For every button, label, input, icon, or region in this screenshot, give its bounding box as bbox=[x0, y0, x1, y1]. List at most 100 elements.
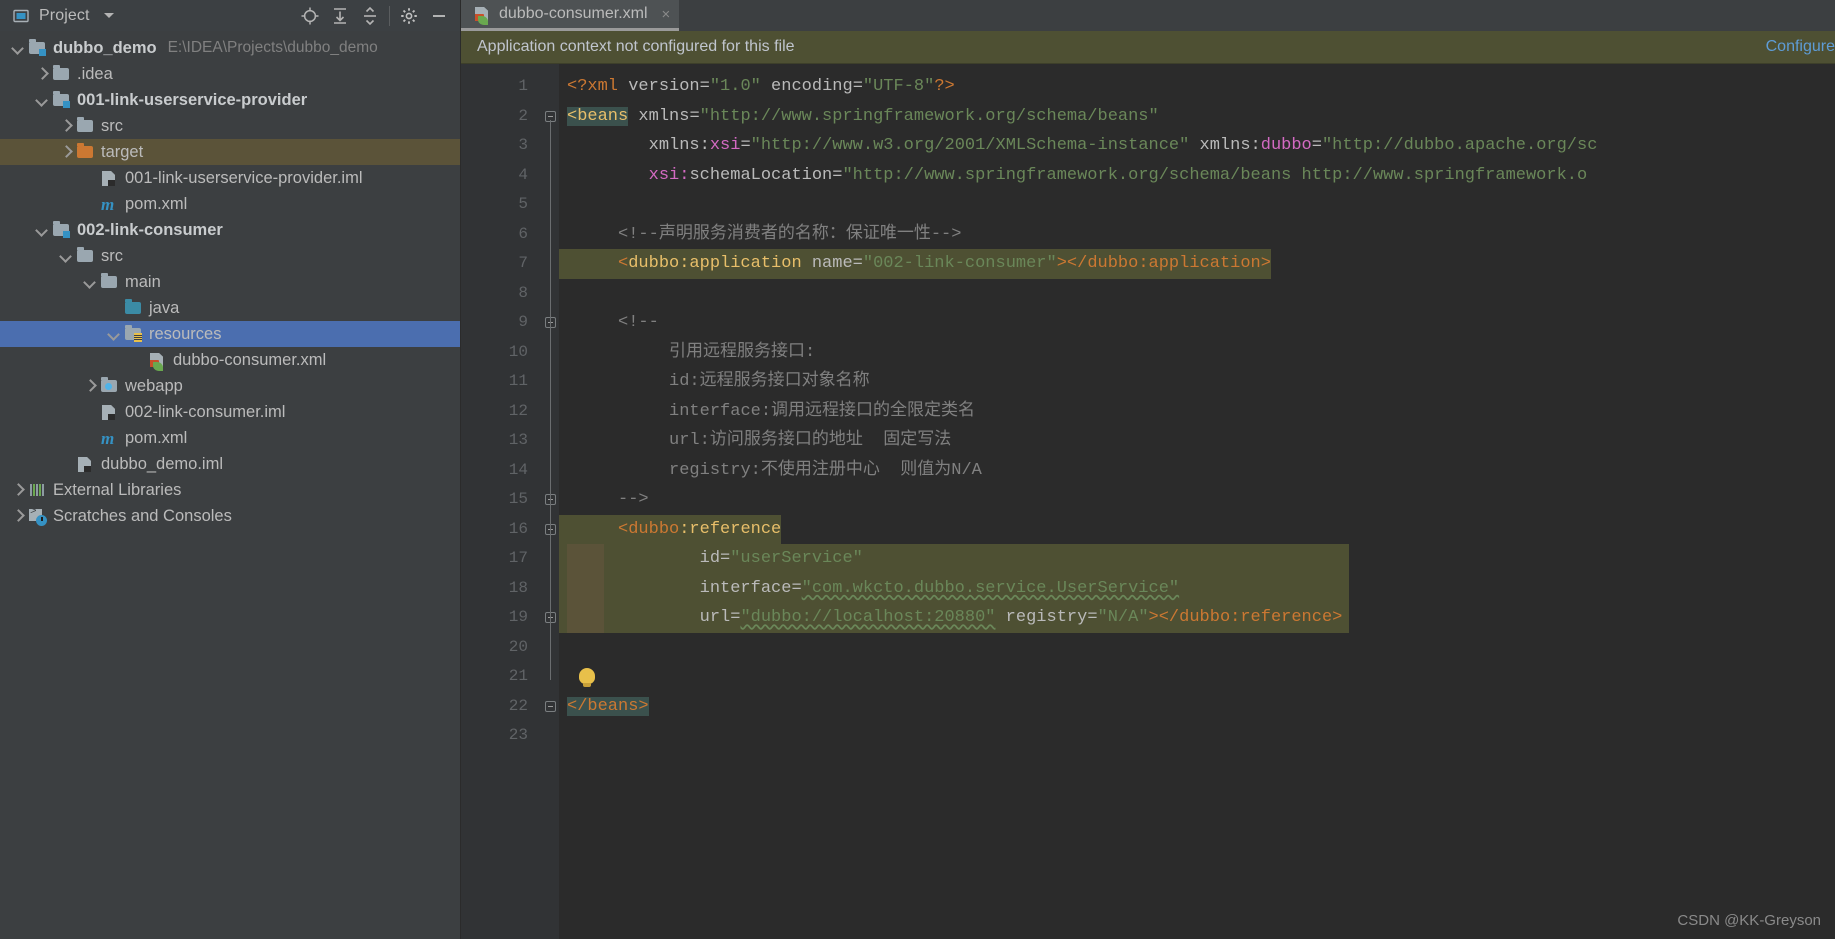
code-line[interactable]: --> bbox=[559, 485, 1835, 515]
code-line[interactable] bbox=[559, 190, 1835, 220]
tree-node-resources[interactable]: resources bbox=[0, 321, 460, 347]
intention-bulb-icon[interactable] bbox=[579, 668, 595, 687]
folder-icon bbox=[52, 65, 70, 83]
line-number: 22 bbox=[508, 696, 528, 715]
tree-node-scratches-and-consoles[interactable]: Scratches and Consoles bbox=[0, 503, 460, 529]
tree-node-webapp[interactable]: webapp bbox=[0, 373, 460, 399]
code-line[interactable]: <!--声明服务消费者的名称：保证唯一性--> bbox=[559, 220, 1835, 250]
editor-background bbox=[1271, 249, 1835, 279]
folder-icon bbox=[100, 273, 118, 291]
line-number: 8 bbox=[518, 283, 528, 302]
chevron-right-icon[interactable] bbox=[58, 144, 74, 160]
tree-node-label: java bbox=[149, 298, 180, 317]
iml-file-icon bbox=[76, 455, 94, 473]
chevron-down-icon[interactable] bbox=[82, 274, 98, 290]
code-line[interactable]: interface:调用远程接口的全限定类名 bbox=[559, 397, 1835, 427]
code-line[interactable] bbox=[559, 633, 1835, 663]
chevron-down-icon[interactable] bbox=[103, 13, 114, 18]
divider bbox=[389, 5, 390, 26]
line-number: 21 bbox=[508, 667, 528, 685]
code-content[interactable]: <?xml version="1.0" encoding="UTF-8"?> <b… bbox=[559, 64, 1835, 939]
module-folder-icon bbox=[52, 221, 70, 239]
tree-node-java[interactable]: java bbox=[0, 295, 460, 321]
fold-region-line bbox=[550, 326, 551, 503]
resources-folder-icon bbox=[124, 325, 142, 343]
tree-node-target[interactable]: target bbox=[0, 139, 460, 165]
fold-toggle[interactable] bbox=[541, 692, 559, 722]
tree-node-label: webapp bbox=[125, 376, 183, 395]
settings-gear-icon[interactable] bbox=[394, 3, 424, 29]
tree-node-path: E:\IDEA\Projects\dubbo_demo bbox=[167, 39, 378, 56]
line-number: 1 bbox=[518, 77, 528, 95]
configure-link[interactable]: Configure bbox=[1766, 38, 1835, 56]
code-line[interactable]: xmlns:xsi="http://www.w3.org/2001/XMLSch… bbox=[559, 131, 1835, 161]
tree-node-dubbo-demo[interactable]: dubbo_demo E:\IDEA\Projects\dubbo_demo bbox=[0, 35, 460, 61]
chevron-right-icon[interactable] bbox=[82, 378, 98, 394]
tree-node-002-link-consumer-iml[interactable]: 002-link-consumer.iml bbox=[0, 399, 460, 425]
chevron-right-icon[interactable] bbox=[58, 118, 74, 134]
tree-node-label: dubbo_demo bbox=[53, 38, 157, 57]
tree-node-dubbo-consumer-xml[interactable]: dubbo-consumer.xml bbox=[0, 347, 460, 373]
tree-node-001-link-userservice-provider-iml[interactable]: 001-link-userservice-provider.iml bbox=[0, 165, 460, 191]
editor-tab-dubbo-consumer-xml[interactable]: dubbo-consumer.xml × bbox=[461, 0, 680, 31]
iml-file-icon bbox=[100, 403, 118, 421]
code-line[interactable] bbox=[559, 662, 1835, 692]
code-line[interactable]: xsi:schemaLocation="http://www.springfra… bbox=[559, 161, 1835, 191]
code-line[interactable]: 引用远程服务接口: bbox=[559, 338, 1835, 368]
code-line[interactable]: <beans xmlns="http://www.springframework… bbox=[559, 102, 1835, 132]
no-arrow-spacer bbox=[82, 170, 98, 186]
chevron-right-icon[interactable] bbox=[10, 482, 26, 498]
no-arrow-spacer bbox=[58, 456, 74, 472]
project-tree[interactable]: dubbo_demo E:\IDEA\Projects\dubbo_demo .id… bbox=[0, 31, 460, 939]
chevron-down-icon[interactable] bbox=[34, 92, 50, 108]
tree-node-src[interactable]: src bbox=[0, 113, 460, 139]
chevron-down-icon[interactable] bbox=[106, 326, 122, 342]
chevron-down-icon[interactable] bbox=[10, 40, 26, 56]
tree-node-src[interactable]: src bbox=[0, 243, 460, 269]
tree-node-label: Scratches and Consoles bbox=[53, 506, 232, 525]
project-tool-window: Project dubbo_demo E:\IDEA\Projects\dubb… bbox=[0, 0, 461, 939]
chevron-right-icon[interactable] bbox=[34, 66, 50, 82]
tree-node-002-link-consumer[interactable]: 002-link-consumer bbox=[0, 217, 460, 243]
code-line[interactable]: </beans> bbox=[559, 692, 1835, 722]
code-line[interactable]: registry:不使用注册中心 则值为N/A bbox=[559, 456, 1835, 486]
notification-message: Application context not configured for t… bbox=[477, 38, 795, 55]
code-folding-gutter[interactable] bbox=[541, 64, 559, 939]
tree-node-dubbo-demo-iml[interactable]: dubbo_demo.iml bbox=[0, 451, 460, 477]
line-number: 13 bbox=[508, 431, 528, 449]
watermark: CSDN @KK-Greyson bbox=[1677, 912, 1821, 929]
folder-icon bbox=[76, 117, 94, 135]
tool-window-title: Project bbox=[39, 6, 90, 24]
line-number: 4 bbox=[518, 165, 528, 184]
line-number: 23 bbox=[508, 726, 528, 744]
code-line[interactable] bbox=[559, 279, 1835, 309]
editor-pane: dubbo-consumer.xml × Application context… bbox=[461, 0, 1835, 939]
chevron-right-icon[interactable] bbox=[10, 508, 26, 524]
locate-icon[interactable] bbox=[295, 3, 325, 29]
tree-node-label: target bbox=[101, 142, 144, 161]
tree-node-pom-xml[interactable]: m pom.xml bbox=[0, 425, 460, 451]
indent-guide-block bbox=[567, 544, 604, 633]
chevron-down-icon[interactable] bbox=[34, 222, 50, 238]
tree-node-idea[interactable]: .idea bbox=[0, 61, 460, 87]
code-line[interactable]: <!-- bbox=[559, 308, 1835, 338]
no-arrow-spacer bbox=[130, 352, 146, 368]
code-line[interactable]: id:远程服务接口对象名称 bbox=[559, 367, 1835, 397]
sources-folder-icon bbox=[124, 299, 142, 317]
chevron-down-icon[interactable] bbox=[58, 248, 74, 264]
tree-node-001-link-userservice-provider[interactable]: 001-link-userservice-provider bbox=[0, 87, 460, 113]
line-number: 14 bbox=[508, 460, 528, 479]
tree-node-pom-xml[interactable]: m pom.xml bbox=[0, 191, 460, 217]
minimize-icon[interactable] bbox=[424, 3, 454, 29]
tree-node-main[interactable]: main bbox=[0, 269, 460, 295]
spring-xml-file-icon bbox=[473, 5, 491, 25]
code-line[interactable]: url:访问服务接口的地址 固定写法 bbox=[559, 426, 1835, 456]
tree-node-external-libraries[interactable]: External Libraries bbox=[0, 477, 460, 503]
close-tab-icon[interactable]: × bbox=[662, 6, 671, 23]
line-number: 2 bbox=[518, 106, 528, 125]
code-line[interactable] bbox=[559, 721, 1835, 751]
expand-all-icon[interactable] bbox=[325, 3, 355, 29]
code-line[interactable]: <?xml version="1.0" encoding="UTF-8"?> bbox=[559, 72, 1835, 102]
collapse-all-icon[interactable] bbox=[355, 3, 385, 29]
